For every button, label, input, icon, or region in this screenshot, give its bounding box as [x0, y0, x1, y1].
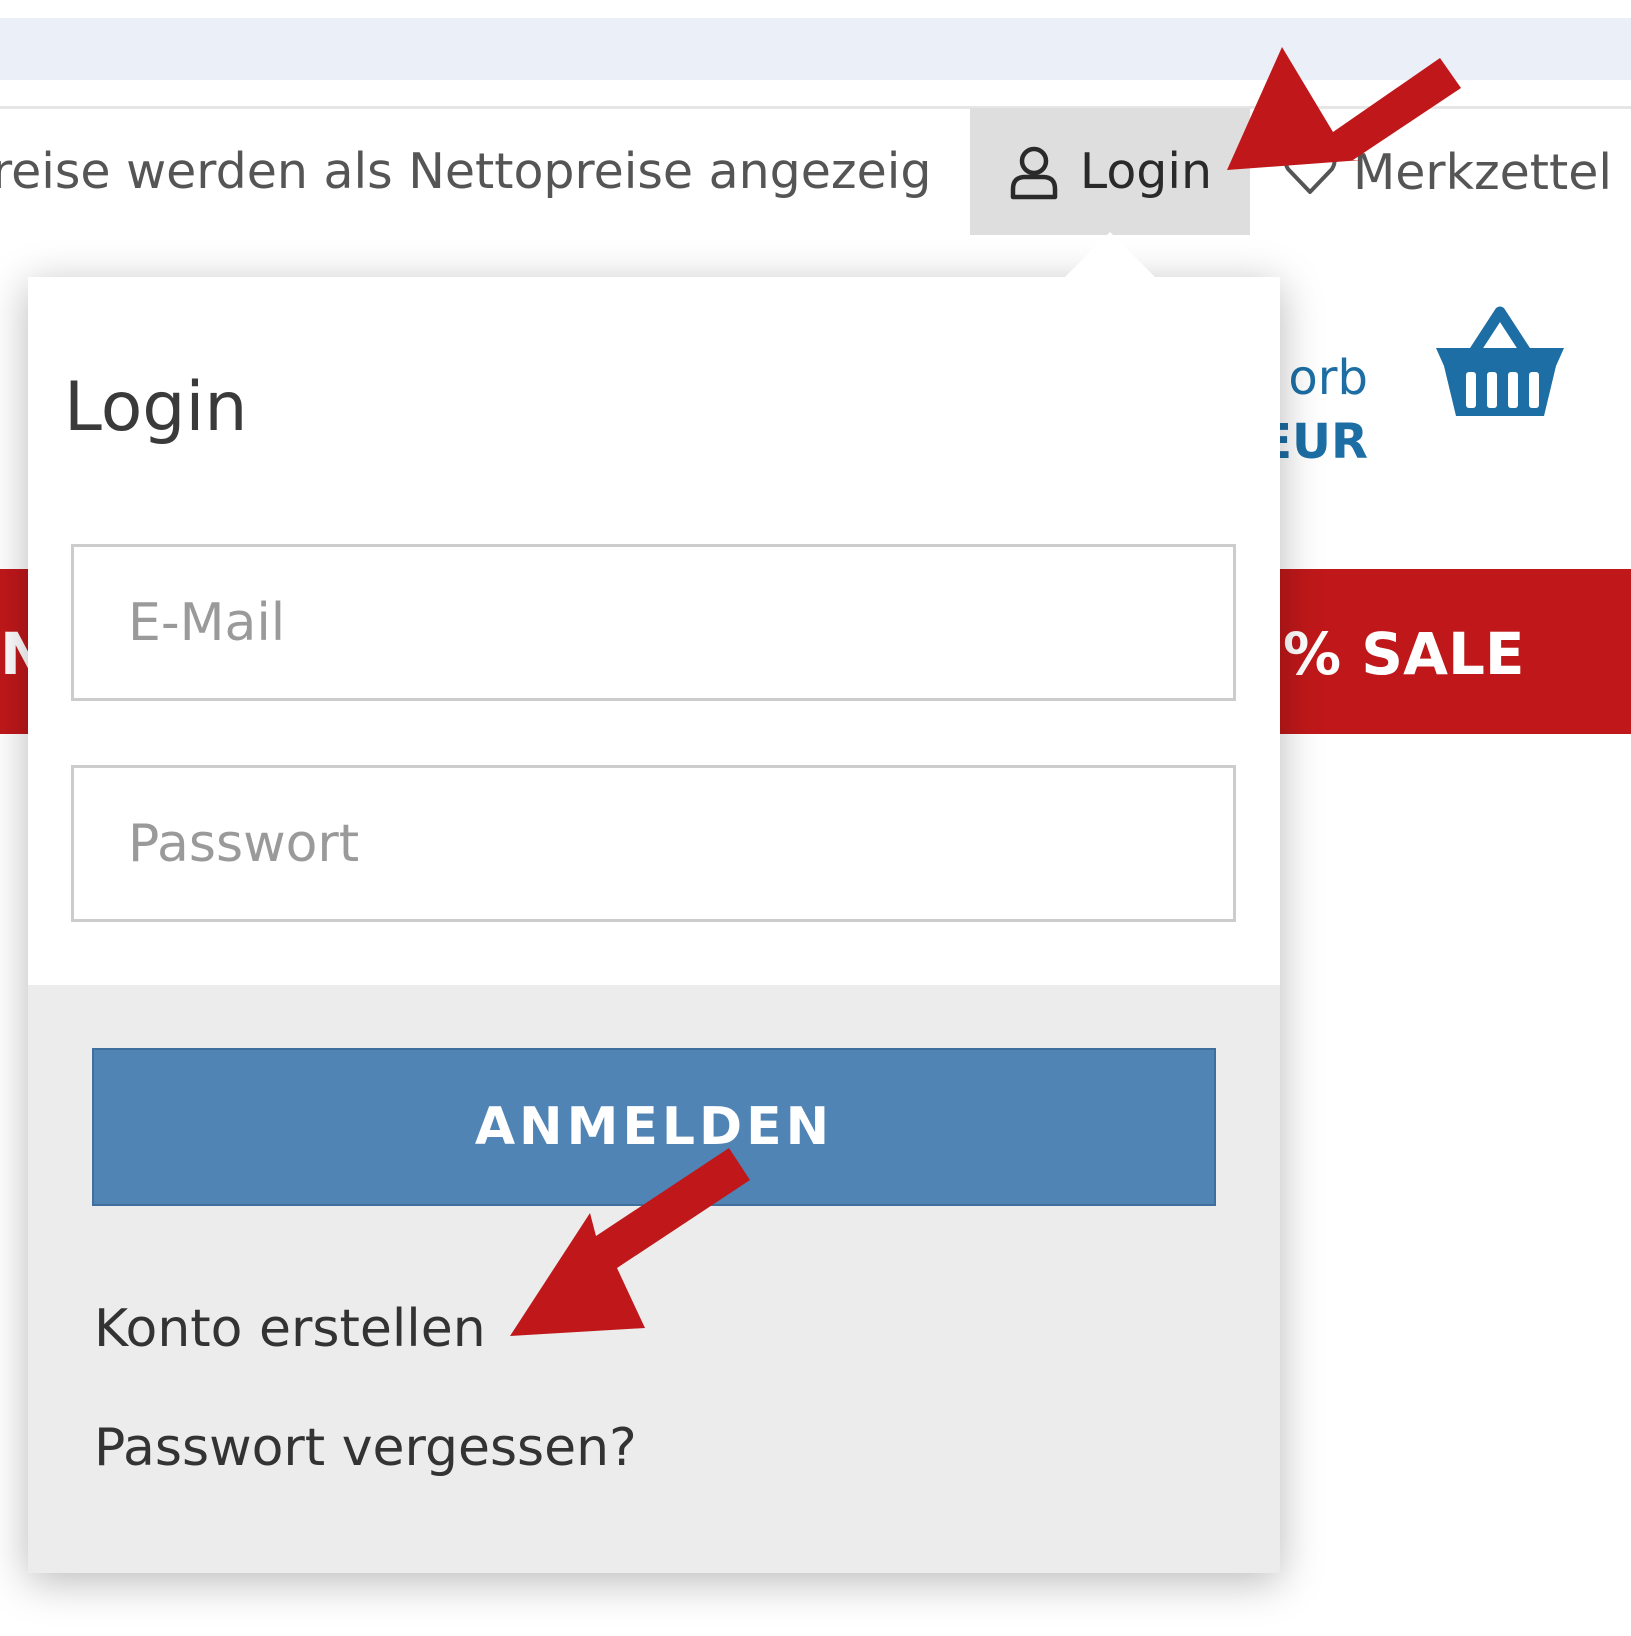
dropdown-caret — [1062, 232, 1158, 280]
login-dropdown-title: Login — [64, 368, 248, 447]
topbar-divider — [0, 106, 1631, 109]
wishlist-link[interactable]: Merkzettel — [1283, 137, 1612, 207]
email-field[interactable] — [71, 544, 1236, 701]
wishlist-label: Merkzettel — [1353, 143, 1612, 201]
forgot-password-link[interactable]: Passwort vergessen? — [94, 1416, 637, 1480]
browser-top-band — [0, 18, 1631, 80]
create-account-link[interactable]: Konto erstellen — [94, 1297, 486, 1361]
login-submit-button[interactable]: ANMELDEN — [92, 1048, 1216, 1206]
user-icon — [1010, 146, 1058, 199]
login-menu-button[interactable]: Login — [970, 108, 1250, 235]
sale-banner-text: % SALE — [1283, 620, 1525, 688]
login-menu-label: Login — [1079, 143, 1213, 200]
net-price-notice: reise werden als Nettopreise angezeigt..… — [0, 143, 930, 200]
heart-icon — [1283, 147, 1337, 194]
login-dropdown — [28, 277, 1280, 1573]
basket-icon[interactable] — [1434, 304, 1566, 422]
password-field[interactable] — [71, 765, 1236, 922]
